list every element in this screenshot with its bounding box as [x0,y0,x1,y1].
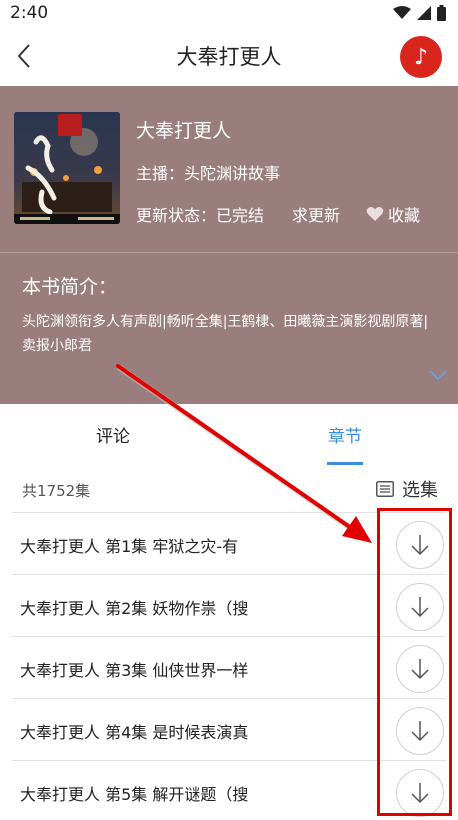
tab-comments[interactable]: 评论 [96,422,130,447]
update-status: 更新状态：已完结 [136,206,265,225]
battery-icon [437,5,446,21]
expand-intro-button[interactable] [428,366,448,385]
app-header: 大奉打更人 ♪ [0,26,458,86]
intro-text: 头陀渊领衔多人有声剧|畅听全集|王鹤棣、田曦薇主演影视剧原著|卖报小郎君 [22,314,429,354]
book-title: 大奉打更人 [136,120,232,142]
signal-icon [417,6,431,20]
download-arrow-icon [411,721,429,742]
music-note-icon: ♪ [413,44,429,70]
episode-row[interactable]: 大奉打更人 第2集 妖物作祟（搜 [12,574,446,636]
book-cover-art [14,112,120,224]
favorite-label: 收藏 [388,206,421,225]
episode-row[interactable]: 大奉打更人 第1集 牢狱之灾-有 [12,512,446,574]
download-arrow-icon [411,659,429,680]
download-button[interactable] [396,583,444,631]
status-time: 2:40 [10,3,49,23]
book-cover[interactable] [14,112,120,224]
select-episodes-button[interactable]: 选集 [376,476,438,502]
select-episodes-label: 选集 [402,480,438,501]
wifi-icon [393,6,411,19]
download-arrow-icon [411,535,429,556]
episode-title: 大奉打更人 第5集 解开谜题（搜 [20,785,249,804]
heart-icon [366,207,384,221]
episode-list: 大奉打更人 第1集 牢狱之灾-有 大奉打更人 第2集 妖物作祟（搜 大奉打更人 … [0,512,458,820]
download-arrow-icon [411,783,429,804]
tab-bar: 评论 章节 [0,404,458,468]
status-bar: 2:40 [0,0,458,26]
back-arrow-icon [17,44,30,68]
episode-title: 大奉打更人 第2集 妖物作祟（搜 [20,599,249,618]
episode-summary-row: 共1752集 选集 [0,470,458,510]
favorite-button[interactable]: 收藏 [366,202,420,226]
download-button[interactable] [396,645,444,693]
update-row: 更新状态：已完结 求更新 收藏 [136,202,420,226]
back-button[interactable] [8,38,40,74]
status-icons [393,5,446,21]
page-title: 大奉打更人 [176,45,282,69]
panel-divider [0,252,458,253]
download-button[interactable] [396,769,444,817]
book-info-panel: 大奉打更人 主播：头陀渊讲故事 更新状态：已完结 求更新 收藏 本书简介： 头陀… [0,86,458,404]
request-update-button[interactable]: 求更新 [292,202,340,226]
episode-row[interactable]: 大奉打更人 第4集 是时候表演真 [12,698,446,760]
music-player-button[interactable]: ♪ [400,36,442,78]
list-icon [376,481,394,497]
download-button[interactable] [396,521,444,569]
anchor-name: 主播：头陀渊讲故事 [136,164,281,183]
download-button[interactable] [396,707,444,755]
active-tab-indicator [327,462,363,465]
intro-heading: 本书简介： [22,276,118,298]
episode-count: 共1752集 [22,482,91,500]
chevron-down-icon [429,370,447,381]
tab-chapters[interactable]: 章节 [328,422,362,447]
download-arrow-icon [411,597,429,618]
episode-title: 大奉打更人 第4集 是时候表演真 [20,723,249,742]
episode-row[interactable]: 大奉打更人 第3集 仙侠世界一样 [12,636,446,698]
episode-title: 大奉打更人 第1集 牢狱之灾-有 [20,537,239,556]
episode-title: 大奉打更人 第3集 仙侠世界一样 [20,661,249,680]
episode-row[interactable]: 大奉打更人 第5集 解开谜题（搜 [12,760,446,820]
